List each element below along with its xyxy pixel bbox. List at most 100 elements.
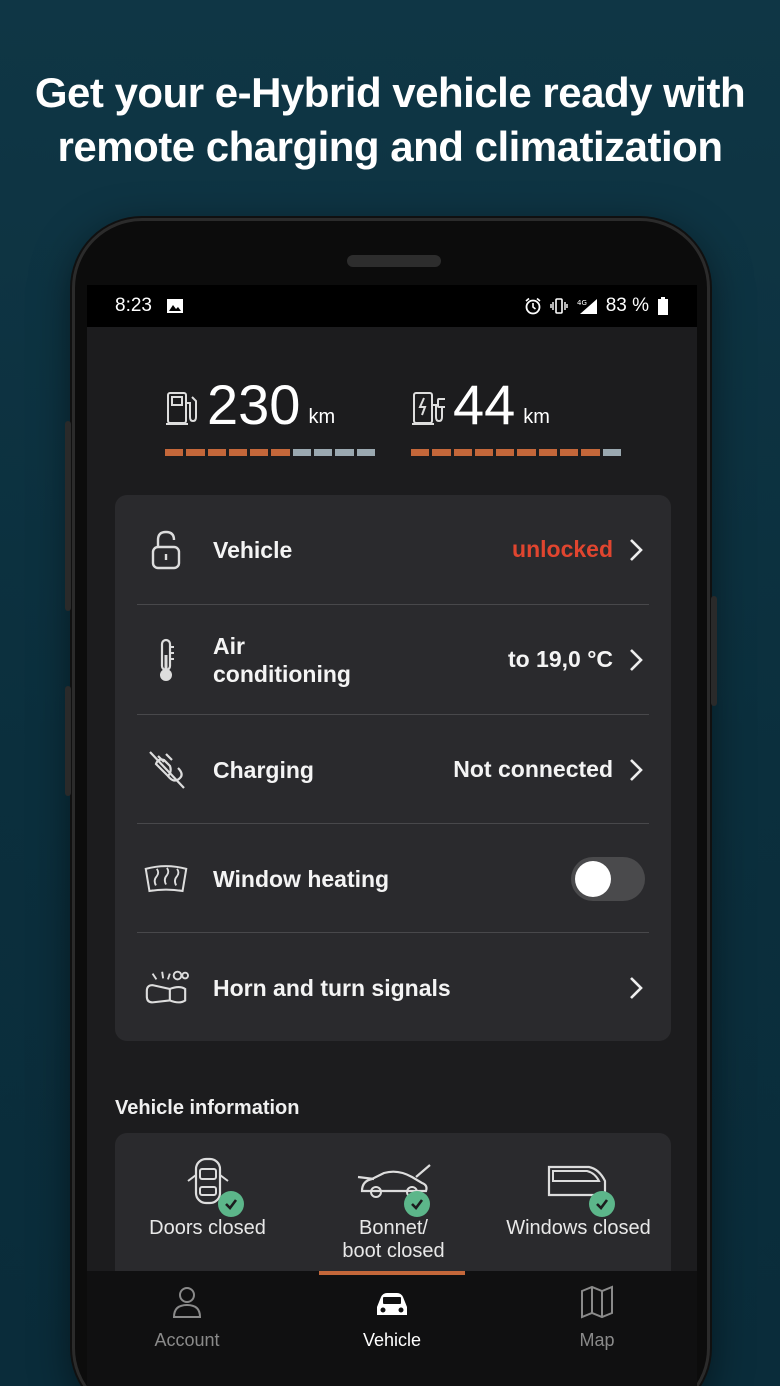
fuel-level-bar (165, 449, 375, 456)
electric-range-unit: km (523, 406, 550, 428)
range-bar-segment (356, 449, 375, 456)
padlock-open-icon (143, 527, 189, 573)
headline: Get your e-Hybrid vehicle ready with rem… (0, 66, 780, 174)
range-bar-segment (292, 449, 312, 456)
target-temperature: to 19,0 °C (507, 646, 613, 672)
fuel-pump-icon (166, 392, 197, 425)
status-bar: 8:23 4G 83 % (87, 285, 697, 327)
charging-label: Charging (213, 756, 314, 783)
window-heating-label: Window heating (213, 865, 390, 892)
toggle-knob (575, 860, 611, 897)
phone-speaker (347, 255, 441, 267)
horn-icon (143, 965, 189, 1011)
tab-map-label: Map (579, 1330, 615, 1350)
car-doors-icon (168, 1155, 248, 1217)
status-time: 8:23 (115, 295, 152, 316)
range-bar-segment (250, 449, 269, 456)
lock-status: unlocked (512, 536, 613, 562)
phone-power-button (711, 596, 717, 706)
phone-side-button (65, 686, 71, 796)
tab-vehicle-label: Vehicle (362, 1330, 422, 1350)
range-bar-segment (496, 449, 515, 456)
network-type: 4G (577, 299, 587, 307)
chevron-right-icon (630, 538, 643, 561)
range-bar-segment (602, 449, 621, 456)
vibrate-icon (549, 298, 568, 314)
horn-signals-row[interactable]: Horn and turn signals (115, 933, 671, 1042)
window-heating-row: Window heating (115, 824, 671, 933)
map-icon (581, 1285, 613, 1319)
horn-signals-label: Horn and turn signals (213, 974, 451, 1001)
tab-account[interactable]: Account (87, 1285, 287, 1351)
remote-controls-card: Vehicle unlocked Air conditioning to 19,… (115, 495, 671, 1041)
check-icon (588, 1191, 615, 1217)
bonnet-boot-label: Bonnet/ boot closed (301, 1217, 486, 1263)
range-bar-segment (186, 449, 205, 456)
status-icons: 4G 83 % (524, 295, 669, 317)
check-icon (403, 1191, 430, 1217)
range-bar-segment (474, 449, 494, 456)
charging-station-icon (412, 392, 445, 425)
range-bar-segment (432, 449, 451, 456)
tab-vehicle[interactable]: Vehicle (292, 1285, 492, 1351)
window-heating-toggle[interactable] (571, 856, 645, 901)
range-summary: 230 km 44 km (87, 335, 697, 465)
range-bar-segment (271, 449, 290, 456)
image-notification-icon (166, 299, 183, 313)
phone-frame: 8:23 4G 83 % 230 km 44 km Vehicle unlock… (65, 218, 717, 1386)
car-icon (377, 1293, 407, 1315)
windows-status-label: Windows closed (506, 1217, 651, 1239)
windows-status: Windows closed (486, 1155, 671, 1240)
battery-percent: 83 % (605, 295, 649, 316)
fuel-range-value: 230 (207, 373, 301, 436)
air-conditioning-row[interactable]: Air conditioning to 19,0 °C (115, 605, 671, 714)
fuel-range: 230 km (165, 377, 375, 456)
range-bar-segment (560, 449, 579, 456)
car-window-icon (539, 1155, 619, 1217)
electric-range-value: 44 (453, 373, 516, 436)
app-screen: 8:23 4G 83 % 230 km 44 km Vehicle unlock… (87, 285, 697, 1386)
range-bar-segment (165, 449, 184, 456)
active-tab-indicator (319, 1271, 465, 1275)
phone-side-button (65, 421, 71, 611)
bonnet-boot-label-line-2: boot closed (342, 1240, 445, 1262)
vehicle-label: Vehicle (213, 536, 293, 563)
charging-row[interactable]: Charging Not connected (115, 715, 671, 824)
range-bar-segment (581, 449, 600, 456)
tab-map[interactable]: Map (497, 1285, 697, 1351)
headline-line-1: Get your e-Hybrid vehicle ready with (34, 69, 746, 116)
doors-status-label: Doors closed (149, 1217, 266, 1239)
charging-status: Not connected (453, 756, 613, 782)
fuel-range-unit: km (308, 406, 336, 428)
alarm-icon (525, 297, 541, 315)
car-bonnet-icon (354, 1155, 434, 1217)
range-bar-segment (517, 449, 536, 456)
range-bar-segment (453, 449, 472, 456)
bonnet-boot-label-line-1: Bonnet/ (359, 1217, 428, 1239)
person-icon (172, 1287, 202, 1318)
check-icon (217, 1191, 244, 1217)
thermometer-icon (143, 637, 189, 683)
charging-plug-disconnected-icon (143, 747, 189, 793)
battery-level-bar (411, 449, 621, 456)
chevron-right-icon (630, 758, 643, 781)
range-bar-segment (335, 449, 354, 456)
vehicle-lock-row[interactable]: Vehicle unlocked (115, 495, 671, 604)
range-bar-segment (314, 449, 333, 456)
range-bar-segment (228, 449, 248, 456)
doors-status: Doors closed (115, 1155, 300, 1240)
tab-account-label: Account (154, 1330, 220, 1350)
bonnet-boot-status: Bonnet/ boot closed (301, 1155, 486, 1263)
headline-line-2: remote charging and climatization (57, 123, 723, 170)
electric-range: 44 km (411, 377, 621, 456)
bottom-navigation: Account Vehicle Map (87, 1271, 697, 1386)
chevron-right-icon (630, 648, 643, 671)
windshield-heating-icon (143, 856, 189, 902)
air-conditioning-label-line-1: Air (213, 632, 245, 659)
signal-icon: 4G (577, 299, 597, 314)
air-conditioning-label: Air conditioning (213, 632, 351, 688)
air-conditioning-label-line-2: conditioning (213, 660, 351, 687)
range-bar-segment (538, 449, 558, 456)
vehicle-information-title: Vehicle information (115, 1097, 300, 1119)
chevron-right-icon (630, 976, 643, 999)
